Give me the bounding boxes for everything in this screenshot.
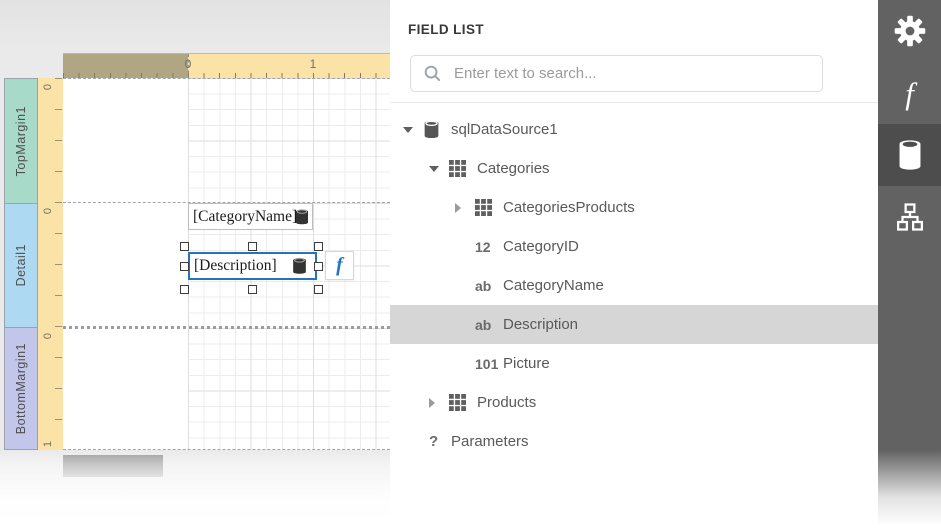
tree-item-picture[interactable]: 101 Picture: [390, 344, 878, 383]
panel-title: FIELD LIST: [408, 22, 484, 37]
design-surface: 0 1 TopMargin1 Detail1 BottomMargin1 0 0…: [0, 0, 390, 532]
data-binding-icon: [292, 257, 307, 275]
tree-item-parameters[interactable]: ? Parameters: [390, 422, 878, 461]
table-icon: [449, 394, 466, 411]
tree-item-label: Categories: [477, 160, 550, 177]
tree-item-label: Description: [503, 316, 578, 333]
selection-handle[interactable]: [180, 242, 189, 251]
function-icon: f: [336, 254, 343, 277]
horizontal-ruler: 0 1: [63, 53, 390, 78]
band-strip: TopMargin1 Detail1 BottomMargin1: [4, 78, 38, 450]
ruler-zero-mark: [188, 54, 189, 79]
selection-handle[interactable]: [248, 285, 257, 294]
tree-item-categoryname[interactable]: ab CategoryName: [390, 266, 878, 305]
band-bottom-margin[interactable]: BottomMargin1: [5, 328, 37, 449]
label-control-category-name[interactable]: [CategoryName]: [188, 203, 313, 230]
tree-item-label: CategoryName: [503, 277, 604, 294]
ruler-number: 0: [42, 329, 54, 343]
ruler-number: 1: [310, 57, 317, 71]
band-label: TopMargin1: [14, 106, 28, 176]
band-label: BottomMargin1: [14, 343, 28, 434]
band-label: Detail1: [14, 244, 28, 286]
tree-item-label: sqlDataSource1: [451, 121, 558, 138]
band-detail[interactable]: Detail1: [5, 203, 37, 328]
ruler-number: 1: [42, 437, 54, 451]
text-type-icon: ab: [475, 317, 501, 333]
tree-item-label: Picture: [503, 355, 550, 372]
selection-handle[interactable]: [314, 285, 323, 294]
tree-item-products[interactable]: Products: [390, 383, 878, 422]
divider: [390, 102, 878, 103]
selection-handle[interactable]: [248, 242, 257, 251]
band-separator: [63, 449, 390, 450]
text-type-icon: ab: [475, 278, 501, 294]
selection-handle[interactable]: [180, 262, 189, 271]
band-top-margin[interactable]: TopMargin1: [5, 79, 37, 203]
chevron-down-icon[interactable]: [403, 127, 413, 133]
band-separator: [63, 78, 390, 79]
tree-item-description[interactable]: ab Description: [390, 305, 878, 344]
chevron-down-icon[interactable]: [429, 166, 439, 172]
band-splitter[interactable]: [63, 326, 390, 329]
table-icon: [475, 199, 492, 216]
field-list-panel: FIELD LIST sqlDataSource1: [390, 0, 878, 532]
chevron-right-icon[interactable]: [429, 398, 435, 408]
field-list-tab[interactable]: [878, 124, 941, 186]
ruler-ticks: [55, 78, 62, 450]
tree-item-categoriesproducts[interactable]: CategoriesProducts: [390, 188, 878, 227]
chevron-right-icon[interactable]: [455, 203, 461, 213]
horizontal-scrollbar-thumb[interactable]: [63, 455, 163, 477]
selection-handle[interactable]: [314, 242, 323, 251]
data-binding-icon: [295, 208, 309, 225]
tree-item-categories[interactable]: Categories: [390, 149, 878, 188]
expression-button[interactable]: f: [325, 251, 354, 280]
number-type-icon: 12: [475, 239, 501, 255]
tree-item-label: CategoriesProducts: [503, 199, 635, 216]
search-icon: [423, 64, 442, 83]
label-control-description[interactable]: [Description]: [188, 252, 317, 280]
vertical-ruler: 0 0 0 1: [38, 78, 63, 450]
report-explorer-tab[interactable]: [878, 186, 941, 248]
database-icon: [423, 120, 440, 139]
expressions-tab[interactable]: f: [878, 62, 941, 124]
tree-item-categoryid[interactable]: 12 CategoryID: [390, 227, 878, 266]
tree-item-sqldatasource[interactable]: sqlDataSource1: [390, 110, 878, 149]
report-designer: 0 1 TopMargin1 Detail1 BottomMargin1 0 0…: [0, 0, 941, 532]
database-icon: [894, 138, 926, 172]
field-tree: sqlDataSource1 Categories: [390, 110, 878, 461]
gear-icon: [893, 14, 927, 48]
selection-handle[interactable]: [314, 262, 323, 271]
function-icon: f: [905, 78, 914, 109]
tree-item-label: Parameters: [451, 433, 529, 450]
selection-handle[interactable]: [180, 285, 189, 294]
control-text: [Description]: [194, 257, 277, 275]
properties-tab[interactable]: [878, 0, 941, 62]
tree-item-label: Products: [477, 394, 536, 411]
binary-type-icon: 101: [475, 356, 501, 372]
right-toolbar: f: [878, 0, 941, 532]
tree-item-label: CategoryID: [503, 238, 579, 255]
ruler-number: 0: [42, 204, 54, 218]
search-box[interactable]: [410, 55, 823, 92]
question-icon: ?: [429, 433, 449, 450]
ruler-number: 0: [42, 80, 54, 94]
structure-icon: [895, 202, 925, 232]
search-input[interactable]: [454, 65, 812, 82]
control-text: [CategoryName]: [193, 208, 297, 226]
table-icon: [449, 160, 466, 177]
